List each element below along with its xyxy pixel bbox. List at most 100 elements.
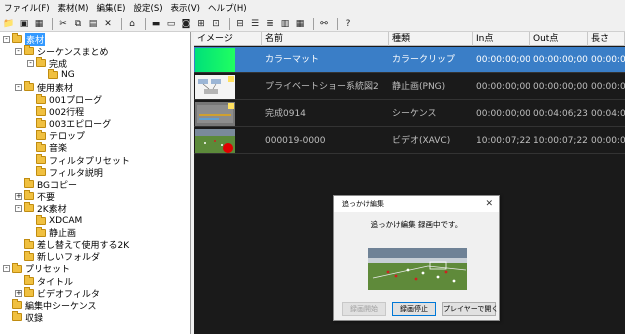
thumbnail-view-icon[interactable]: ▦ [294, 18, 306, 30]
folder-icon [24, 287, 34, 298]
menu-settings[interactable]: 設定(S) [134, 2, 163, 14]
bin-icon[interactable]: ▦ [33, 18, 45, 30]
copy-icon[interactable]: ⧉ [72, 18, 84, 30]
folder-up-icon[interactable]: ⌂ [126, 18, 138, 30]
folder-icon [36, 166, 46, 177]
clip-icon[interactable]: ▬ [150, 18, 162, 30]
capture-icon[interactable]: ◙ [180, 18, 192, 30]
tree-item[interactable]: テロップ [27, 129, 86, 143]
grid-view-icon[interactable]: ▥ [279, 18, 291, 30]
large-icons-view-icon[interactable]: ⊟ [234, 18, 246, 30]
col-image[interactable]: イメージ [194, 32, 262, 46]
tree-item[interactable]: - 完成 [27, 57, 67, 70]
list-header: イメージ 名前 種類 In点 Out点 長さ [194, 32, 625, 46]
open-in-player-button[interactable]: プレイヤーで開く [442, 302, 498, 316]
start-recording-button[interactable]: 録画開始 [342, 302, 386, 316]
stop-recording-button[interactable]: 録画停止 [392, 302, 436, 316]
dialog-message: 追っかけ編集 録画中です。 [370, 220, 463, 229]
tree-item[interactable]: フィルタ説明 [27, 166, 103, 179]
folder-icon [12, 33, 22, 43]
menu-help[interactable]: ヘルプ(H) [208, 2, 247, 14]
folder-icon [24, 202, 34, 213]
cell-out: 00:00:00;00 [533, 55, 588, 65]
recording-preview [368, 248, 467, 290]
menu-file[interactable]: ファイル(F) [4, 2, 50, 14]
tree-item[interactable]: - 2K素材 [15, 202, 67, 215]
tree-item[interactable]: - 使用素材 [15, 81, 74, 94]
col-name[interactable]: 名前 [262, 32, 389, 46]
details-view-icon[interactable]: ≣ [264, 18, 276, 30]
tree-item[interactable]: 音楽 [27, 141, 67, 154]
col-in[interactable]: In点 [473, 32, 530, 46]
table-row[interactable]: 完成0914 シーケンス 00:00:00;00 00:04:06;23 00:04:0… [194, 101, 625, 127]
tree-item[interactable]: 新しいフォルダ [15, 250, 100, 263]
collapse-icon[interactable]: - [15, 204, 22, 212]
export-icon[interactable]: ⊡ [210, 18, 222, 30]
col-length[interactable]: 長さ [588, 32, 625, 46]
collapse-icon[interactable]: - [3, 35, 10, 43]
folder-tree[interactable]: - 素材 - シーケンスまとめ - 完成 NG - 使用素材 001プローグ 002行程 003エピロ… [0, 32, 191, 334]
tree-item-label: 003エピローグ [49, 120, 112, 131]
list-view-icon[interactable]: ☰ [249, 18, 261, 30]
menu-edit[interactable]: 編集(E) [97, 2, 126, 14]
tree-item[interactable]: 001プローグ [27, 93, 102, 106]
tree-item-label: 編集中シーケンス [25, 301, 97, 312]
import-icon[interactable]: ⊞ [195, 18, 207, 30]
tree-item[interactable]: - プリセット [3, 262, 71, 276]
tree-item-label: NG [61, 70, 75, 81]
tree-item[interactable]: フィルタプリセット [27, 154, 130, 167]
tree-item[interactable]: XDCAM [27, 214, 82, 227]
tree-item[interactable]: + 不要 [15, 190, 55, 203]
cell-len: 00:00:00 [591, 55, 625, 65]
tree-item[interactable]: - シーケンスまとめ [15, 45, 109, 58]
tree-item[interactable]: 静止画 [27, 226, 76, 239]
tree-item-label: 使用素材 [37, 83, 74, 94]
folder-icon [36, 129, 46, 140]
tree-item[interactable]: NG [39, 69, 75, 81]
tree-item[interactable]: 003エピローグ [27, 117, 112, 131]
tree-item-label: 収録 [25, 313, 44, 324]
new-folder-icon[interactable]: 📁 [3, 18, 15, 30]
dialog-title: 追っかけ編集 [334, 196, 499, 212]
folder-icon [36, 214, 46, 225]
close-icon[interactable]: ✕ [485, 196, 493, 212]
collapse-icon[interactable]: - [15, 47, 22, 55]
save-icon[interactable]: ▣ [18, 18, 30, 30]
folder-icon [24, 275, 34, 285]
collapse-icon[interactable]: - [15, 83, 22, 91]
tree-item[interactable]: タイトル [15, 275, 73, 288]
tree-item-label: プリセット [25, 265, 71, 276]
tree-item[interactable]: 差し替えて使用する2K [15, 238, 129, 251]
folder-icon [24, 45, 34, 56]
collapse-icon[interactable]: - [27, 59, 34, 67]
cell-name: カラーマット [265, 55, 320, 65]
cut-icon[interactable]: ✂ [57, 18, 69, 30]
delete-icon[interactable]: ✕ [102, 18, 114, 30]
expand-icon[interactable]: + [15, 289, 22, 297]
menu-material[interactable]: 素材(M) [58, 2, 89, 14]
chase-edit-dialog: 追っかけ編集 ✕ 追っかけ編集 録画中です。 録画開始 録画停止 プレイヤーで開… [333, 195, 500, 321]
table-row[interactable]: カラーマット カラークリップ 00:00:00;00 00:00:00;00 00:00… [194, 47, 625, 73]
tree-item-label: フィルタプリセット [49, 156, 130, 167]
monitor-icon[interactable]: ▭ [165, 18, 177, 30]
tree-item-label: テロップ [49, 132, 86, 143]
tree-item[interactable]: 編集中シーケンス [3, 299, 97, 312]
table-row[interactable]: プライベートショー系統図2 静止画(PNG) 00:00:00;00 00:00:00… [194, 74, 625, 100]
tree-item[interactable]: 002行程 [27, 105, 84, 118]
col-type[interactable]: 種類 [389, 32, 473, 46]
help-icon[interactable]: ? [342, 18, 354, 30]
collapse-icon[interactable]: - [3, 265, 10, 273]
expand-icon[interactable]: + [15, 192, 22, 200]
tree-item[interactable]: + ビデオフィルタ [15, 287, 100, 300]
paste-icon[interactable]: ▤ [87, 18, 99, 30]
tree-item[interactable]: 収録 [3, 311, 44, 324]
table-row[interactable]: 000019-0000 ビデオ(XAVC) 10:00:07;22 10:00:07;… [194, 128, 625, 154]
folder-icon [36, 141, 46, 152]
tree-item[interactable]: BGコピー [15, 178, 77, 191]
menu-view[interactable]: 表示(V) [171, 2, 200, 14]
cell-out: 00:04:06;23 [533, 109, 588, 119]
binoculars-icon[interactable]: ⚯ [318, 18, 330, 30]
tree-item[interactable]: - 素材 [3, 32, 46, 46]
cell-out: 10:00:07;22 [533, 136, 588, 146]
col-out[interactable]: Out点 [530, 32, 588, 46]
